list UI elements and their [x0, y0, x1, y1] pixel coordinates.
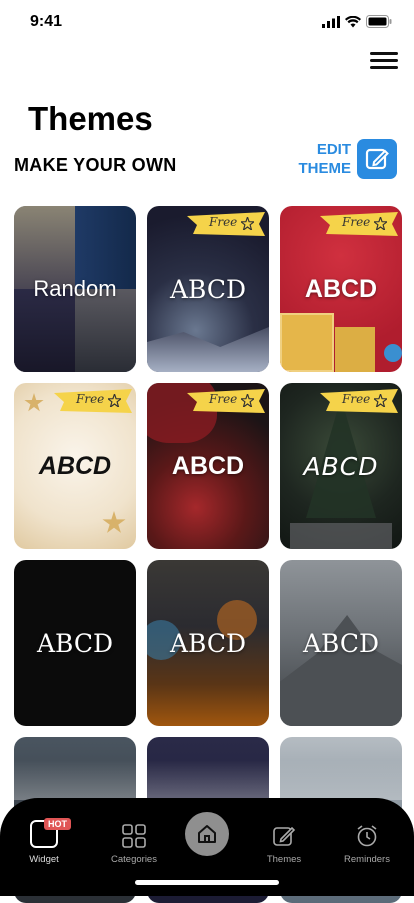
edit-theme-button[interactable]: EDIT THEME — [298, 139, 397, 179]
battery-icon — [366, 15, 392, 28]
theme-label: ABCD — [302, 628, 380, 658]
home-icon — [198, 825, 216, 843]
alarm-clock-icon — [357, 825, 377, 847]
star-icon — [374, 217, 387, 230]
theme-label: ABCD — [169, 628, 247, 658]
star-icon — [241, 217, 254, 230]
tab-reminders-label: Reminders — [344, 854, 390, 865]
status-icons — [322, 15, 392, 28]
free-ribbon: Free — [187, 212, 265, 236]
free-ribbon: Free — [320, 389, 398, 413]
tab-widget-label: Widget — [29, 854, 59, 865]
tab-categories[interactable]: Categories — [99, 818, 169, 865]
grid-icon — [122, 824, 146, 848]
page-title: Themes — [28, 100, 153, 137]
theme-card-black[interactable]: ABCD — [14, 560, 136, 726]
tab-categories-label: Categories — [111, 854, 157, 865]
section-subtitle: MAKE YOUR OWN — [14, 155, 177, 175]
signal-icon — [322, 15, 340, 28]
theme-label: ABCD — [304, 274, 378, 303]
theme-card-random[interactable]: Random — [14, 206, 136, 372]
theme-card-red-ornament[interactable]: Free ABCD — [147, 383, 269, 549]
star-icon — [241, 394, 254, 407]
theme-label: ABCD — [36, 628, 114, 658]
hot-badge: HOT — [44, 818, 71, 830]
theme-card-christmas-tree[interactable]: Free ABCD — [280, 383, 402, 549]
free-ribbon: Free — [187, 389, 265, 413]
theme-card-red-gifts[interactable]: Free ABCD — [280, 206, 402, 372]
theme-card-gold-stars[interactable]: Free ABCD — [14, 383, 136, 549]
scroll-fade — [0, 760, 414, 800]
edit-icon — [273, 826, 296, 846]
home-indicator — [135, 880, 279, 885]
edit-theme-label: EDIT THEME — [298, 141, 352, 177]
wifi-icon — [345, 15, 361, 27]
home-button[interactable] — [185, 812, 229, 856]
theme-label: ABCD — [169, 274, 247, 304]
theme-label: ABCD — [38, 451, 112, 480]
status-time: 9:41 — [30, 13, 63, 30]
pencil-square-icon — [357, 139, 397, 179]
free-ribbon: Free — [54, 389, 132, 413]
theme-label: ABCD — [303, 451, 379, 481]
status-bar: 9:41 — [0, 0, 414, 44]
theme-card-mountain[interactable]: ABCD — [280, 560, 402, 726]
theme-label: Random — [33, 276, 117, 301]
tab-themes[interactable]: Themes — [249, 818, 319, 865]
free-ribbon: Free — [320, 212, 398, 236]
star-icon — [108, 394, 121, 407]
menu-button[interactable] — [370, 48, 398, 72]
tab-themes-label: Themes — [266, 854, 302, 865]
tab-reminders[interactable]: Reminders — [332, 818, 402, 865]
star-icon — [374, 394, 387, 407]
theme-card-snowy-night[interactable]: Free ABCD — [147, 206, 269, 372]
theme-card-rain-bokeh[interactable]: ABCD — [147, 560, 269, 726]
theme-label: ABCD — [171, 451, 245, 480]
menu-icon — [370, 52, 398, 69]
